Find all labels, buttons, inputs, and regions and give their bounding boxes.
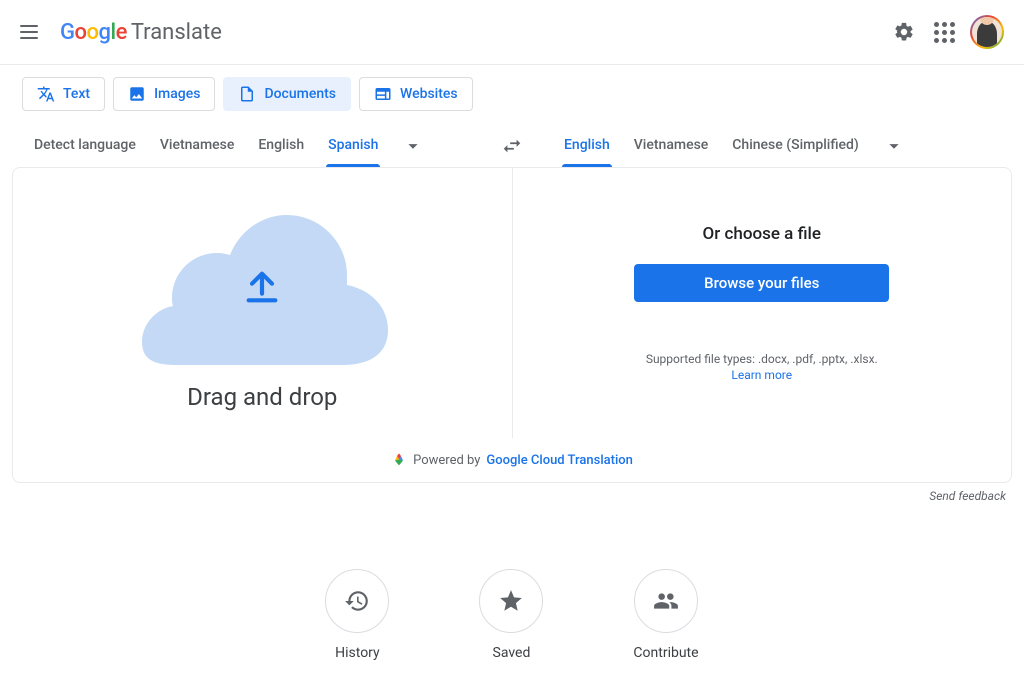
input-type-tabs: Text Images Documents Websites bbox=[0, 65, 1024, 121]
chevron-down-icon bbox=[402, 135, 424, 157]
tab-documents[interactable]: Documents bbox=[223, 77, 351, 111]
chevron-down-icon bbox=[883, 135, 905, 157]
tab-images[interactable]: Images bbox=[113, 77, 215, 111]
target-lang-more-button[interactable] bbox=[871, 127, 917, 165]
swap-icon bbox=[501, 135, 523, 157]
tab-documents-label: Documents bbox=[264, 86, 336, 102]
image-icon bbox=[128, 85, 146, 103]
contribute-button[interactable]: Contribute bbox=[633, 569, 698, 661]
history-button[interactable]: History bbox=[325, 569, 389, 661]
contribute-label: Contribute bbox=[633, 645, 698, 661]
target-language-bar: English Vietnamese Chinese (Simplified) bbox=[552, 125, 1002, 167]
gear-icon bbox=[893, 21, 915, 43]
cloud-upload-illustration bbox=[122, 195, 402, 365]
star-icon bbox=[498, 588, 524, 614]
history-icon bbox=[344, 588, 370, 614]
drag-drop-label: Drag and drop bbox=[187, 383, 337, 411]
history-label: History bbox=[335, 645, 380, 661]
source-lang-vietnamese[interactable]: Vietnamese bbox=[148, 125, 247, 167]
drag-drop-area[interactable]: Drag and drop bbox=[13, 168, 512, 438]
file-choose-area: Or choose a file Browse your files Suppo… bbox=[512, 168, 1012, 438]
learn-more-link[interactable]: Learn more bbox=[646, 368, 878, 382]
tab-websites-label: Websites bbox=[400, 86, 458, 102]
google-wordmark: Google bbox=[60, 20, 127, 45]
apps-grid-icon bbox=[934, 22, 955, 43]
source-lang-spanish[interactable]: Spanish bbox=[316, 125, 390, 167]
website-icon bbox=[374, 85, 392, 103]
google-apps-button[interactable] bbox=[924, 12, 964, 52]
document-upload-panel: Drag and drop Or choose a file Browse yo… bbox=[12, 167, 1012, 483]
saved-label: Saved bbox=[493, 645, 531, 661]
translate-wordmark: Translate bbox=[131, 20, 222, 45]
swap-languages-button[interactable] bbox=[492, 126, 532, 166]
powered-by-row: Powered by Google Cloud Translation bbox=[13, 438, 1011, 482]
browse-files-button[interactable]: Browse your files bbox=[634, 264, 889, 302]
bottom-actions-row: History Saved Contribute bbox=[0, 569, 1024, 661]
source-language-bar: Detect language Vietnamese English Spani… bbox=[22, 125, 472, 167]
tab-images-label: Images bbox=[154, 86, 200, 102]
account-avatar[interactable] bbox=[970, 15, 1004, 49]
source-lang-more-button[interactable] bbox=[390, 127, 436, 165]
choose-file-title: Or choose a file bbox=[703, 224, 821, 244]
google-translate-logo[interactable]: Google Translate bbox=[60, 20, 222, 45]
language-selection-bar: Detect language Vietnamese English Spani… bbox=[0, 121, 1024, 167]
google-cloud-translation-link[interactable]: Google Cloud Translation bbox=[486, 453, 633, 468]
supported-types-block: Supported file types: .docx, .pdf, .pptx… bbox=[646, 352, 878, 382]
target-lang-chinese[interactable]: Chinese (Simplified) bbox=[720, 125, 871, 167]
send-feedback-link[interactable]: Send feedback bbox=[0, 483, 1024, 509]
source-lang-english[interactable]: English bbox=[246, 125, 316, 167]
translate-icon bbox=[37, 85, 55, 103]
app-header: Google Translate bbox=[0, 0, 1024, 65]
tab-websites[interactable]: Websites bbox=[359, 77, 473, 111]
target-lang-english[interactable]: English bbox=[552, 125, 622, 167]
main-menu-button[interactable] bbox=[20, 20, 44, 44]
saved-button[interactable]: Saved bbox=[479, 569, 543, 661]
document-icon bbox=[238, 85, 256, 103]
people-icon bbox=[653, 588, 679, 614]
powered-by-prefix: Powered by bbox=[413, 453, 480, 468]
supported-types-label: Supported file types: .docx, .pdf, .pptx… bbox=[646, 352, 878, 366]
source-lang-detect[interactable]: Detect language bbox=[22, 125, 148, 167]
target-lang-vietnamese[interactable]: Vietnamese bbox=[622, 125, 721, 167]
tab-text[interactable]: Text bbox=[22, 77, 105, 111]
settings-button[interactable] bbox=[884, 12, 924, 52]
upload-arrow-icon bbox=[242, 267, 282, 307]
google-cloud-icon bbox=[391, 452, 407, 468]
tab-text-label: Text bbox=[63, 86, 90, 102]
